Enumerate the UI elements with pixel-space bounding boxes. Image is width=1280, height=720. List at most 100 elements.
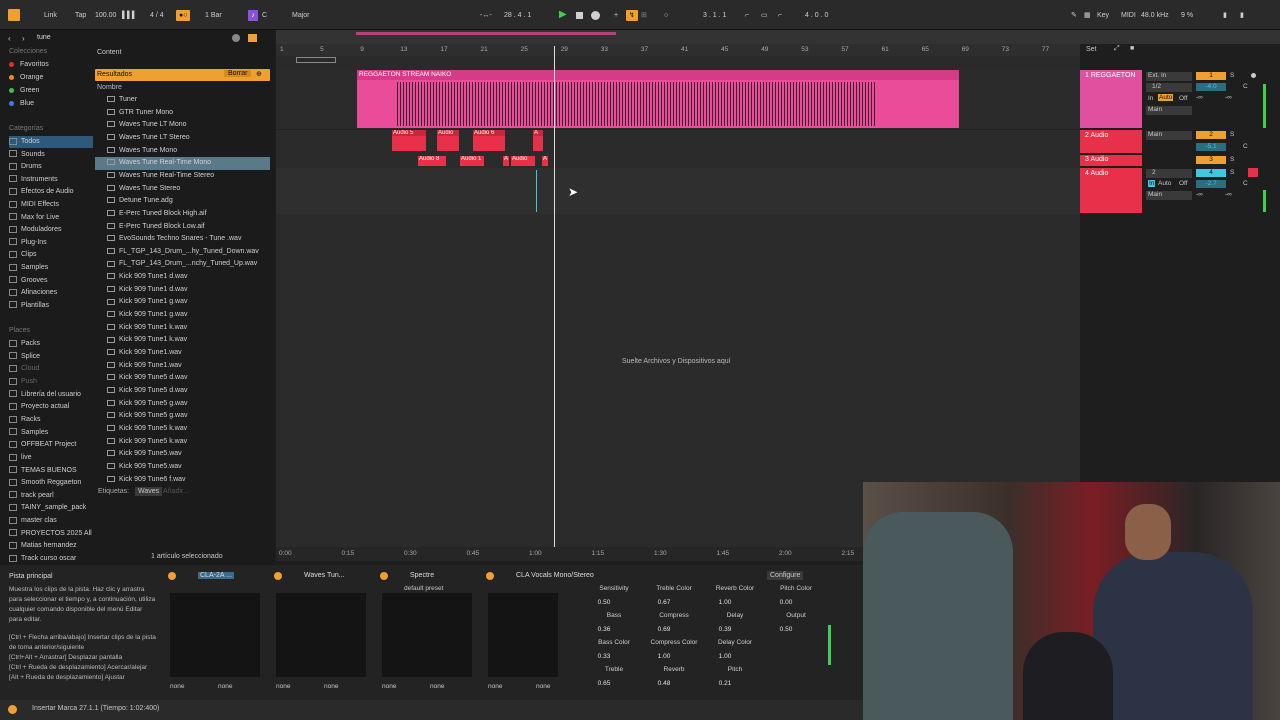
param-value[interactable]: 0.67 [634, 599, 694, 606]
punch-out-icon[interactable]: ⌐ [778, 10, 782, 21]
metronome-toggle-icon[interactable]: ●○ [176, 10, 191, 21]
configure-button[interactable]: Configure [767, 571, 804, 580]
pan-field[interactable]: C [1243, 83, 1248, 90]
monitor-off[interactable]: Off [1179, 95, 1188, 102]
list-item[interactable]: EvoSounds Techno Snares - Tune .wav [95, 233, 270, 246]
output-select[interactable]: Main [1146, 106, 1192, 115]
track-name[interactable]: 2 Audio [1085, 132, 1108, 139]
list-item[interactable]: Kick 909 Tune5 d.wav [95, 372, 270, 385]
device-power-icon[interactable] [168, 572, 176, 580]
collection-favoritos[interactable]: Favoritos [9, 59, 93, 71]
quantize-select[interactable]: 1 Bar [205, 10, 222, 21]
volume-field[interactable]: -5.1 [1196, 143, 1226, 151]
place-item[interactable]: Push [9, 376, 93, 388]
arm-button[interactable] [1248, 168, 1258, 177]
place-item[interactable]: Librería del usuario [9, 389, 93, 401]
audio-clip[interactable]: A [542, 156, 548, 166]
back-icon[interactable]: ‹ [8, 34, 11, 43]
audio-clip[interactable]: Audio 5 [392, 130, 426, 151]
place-item[interactable]: Packs [9, 338, 93, 350]
category-item[interactable]: Plug-Ins [9, 237, 93, 249]
list-item[interactable]: Kick 909 Tune1 g.wav [95, 296, 270, 309]
param-value[interactable]: 0.36 [574, 626, 634, 633]
send-b[interactable]: -∞ [1225, 94, 1232, 101]
expand-icon[interactable]: ⤢ [1114, 45, 1120, 53]
stop-icon[interactable] [576, 12, 583, 19]
category-item[interactable]: Instruments [9, 174, 93, 186]
device-title[interactable]: CLA-2A ... [198, 572, 234, 579]
list-item[interactable]: Waves Tune Mono [95, 145, 270, 158]
track-activator[interactable]: 4 [1196, 169, 1226, 177]
info-icon[interactable] [8, 705, 17, 714]
device-3[interactable]: CLA Vocals Mono/Stereo none none [486, 571, 594, 693]
audio-clip-reggaeton[interactable]: REGGAETON STREAM NAIKO [357, 70, 959, 128]
place-item[interactable]: live [9, 452, 93, 464]
send-a[interactable]: -∞ [1196, 191, 1203, 198]
category-item[interactable]: Grooves [9, 275, 93, 287]
loop-length-field[interactable]: 4 . 0 . 0 [805, 10, 828, 21]
solo-button[interactable]: S [1230, 156, 1234, 163]
list-item[interactable]: Kick 909 Tune1 k.wav [95, 334, 270, 347]
results-options-icon[interactable]: ⊕ [256, 70, 262, 78]
collection-green[interactable]: Green [9, 85, 93, 97]
track-name[interactable]: 3 Audio [1085, 156, 1108, 163]
signature-field[interactable]: 4 / 4 [150, 10, 164, 21]
loop-start-field[interactable]: 3 . 1 . 1 [703, 10, 726, 21]
track-lane-1[interactable]: REGGAETON STREAM NAIKO [276, 70, 1080, 130]
keyboard-icon[interactable]: ▦ [1084, 10, 1091, 21]
playhead[interactable] [554, 46, 555, 556]
scale-select[interactable]: Major [292, 10, 310, 21]
metronome-icon[interactable]: ▌▌▌ [122, 10, 137, 21]
track-name[interactable]: 4 Audio [1085, 170, 1108, 177]
device-0[interactable]: CLA-2A ... none none [168, 571, 268, 693]
pan-field[interactable]: C [1243, 180, 1248, 187]
list-item[interactable]: Waves Tune Real-Time Mono [95, 157, 270, 170]
list-item[interactable]: Kick 909 Tune6 f.wav [95, 474, 270, 487]
preset-select[interactable]: default preset [404, 585, 443, 592]
audio-clip[interactable]: A [503, 156, 509, 166]
output-select[interactable]: Main [1146, 131, 1192, 140]
list-item[interactable]: Waves Tune LT Mono [95, 119, 270, 132]
list-item[interactable]: GTR Tuner Mono [95, 107, 270, 120]
collection-blue[interactable]: Blue [9, 98, 93, 110]
sidechain-select[interactable]: none [430, 683, 444, 690]
audio-clip[interactable]: Audio 6 [473, 130, 505, 151]
key-map-button[interactable]: Key [1097, 10, 1109, 21]
automation-arm-icon[interactable]: ↯ [626, 10, 638, 21]
loop-back-icon[interactable]: ⊞ [641, 10, 647, 21]
list-item[interactable]: Kick 909 Tune1 g.wav [95, 309, 270, 322]
place-item[interactable]: Splice [9, 351, 93, 363]
list-item[interactable]: FL_TGP_143_Drum_...hy_Tuned_Down.wav [95, 246, 270, 259]
tag-add[interactable]: Añadir... [163, 488, 189, 495]
list-item[interactable]: E-Perc Tuned Block Low.aif [95, 221, 270, 234]
category-item[interactable]: Max for Live [9, 212, 93, 224]
capture-icon[interactable]: ○ [664, 10, 668, 21]
category-item[interactable]: Plantillas [9, 300, 93, 312]
pan-field[interactable]: C [1243, 143, 1248, 150]
list-item[interactable]: Kick 909 Tune5 k.wav [95, 423, 270, 436]
app-menu-icon[interactable] [8, 9, 20, 21]
sidechain-select[interactable]: none [536, 683, 550, 690]
category-item[interactable]: Moduladores [9, 224, 93, 236]
overdub-icon[interactable]: + [614, 10, 618, 21]
tempo-field[interactable]: 100.00 [95, 10, 116, 21]
tag-chip[interactable]: Waves [135, 487, 163, 496]
input-channel-select[interactable]: 1/2 [1146, 83, 1192, 92]
category-item[interactable]: Clips [9, 249, 93, 261]
punch-in-icon[interactable]: ⌐ [745, 10, 749, 21]
collection-orange[interactable]: Orange [9, 72, 93, 84]
volume-field[interactable]: -4.0 [1196, 83, 1226, 91]
place-item[interactable]: Racks [9, 414, 93, 426]
place-item[interactable]: track pearl [9, 490, 93, 502]
place-item[interactable]: TEMAS BUENOS [9, 465, 93, 477]
play-icon[interactable]: ▶ [559, 9, 567, 20]
list-item[interactable]: Kick 909 Tune1.wav [95, 360, 270, 373]
draw-mode-icon[interactable]: ✎ [1071, 10, 1077, 21]
track-header-1[interactable]: 1 REGGAETON [1080, 70, 1142, 128]
input-type-select[interactable]: Ext. In [1146, 72, 1192, 81]
monitor-auto[interactable]: Auto [1158, 94, 1174, 101]
output-select[interactable]: Main [1146, 191, 1192, 200]
device-title[interactable]: Waves Tun... [304, 572, 345, 579]
solo-button[interactable]: S [1230, 72, 1234, 79]
list-item[interactable]: Kick 909 Tune5.wav [95, 448, 270, 461]
